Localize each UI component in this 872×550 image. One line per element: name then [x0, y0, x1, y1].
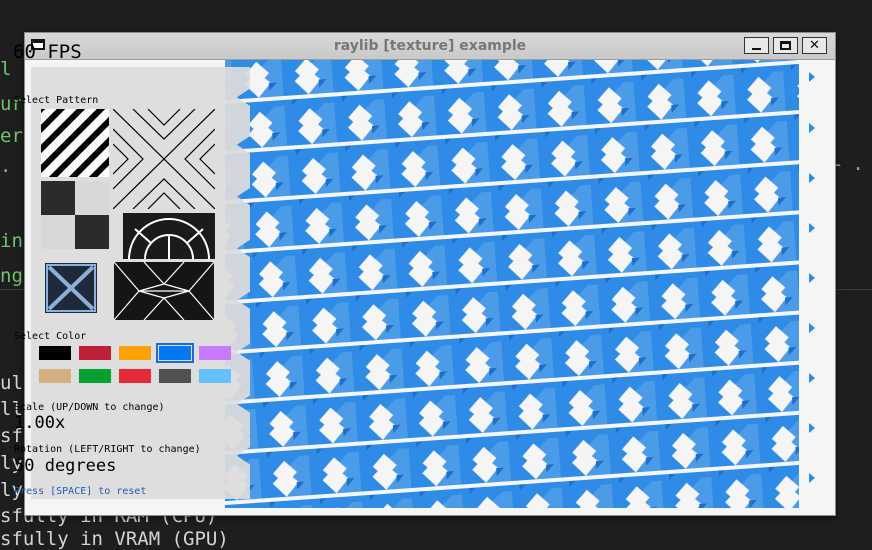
- pattern-thumb-polygon-grid[interactable]: [114, 262, 214, 320]
- close-button[interactable]: ✕: [802, 37, 827, 54]
- select-color-label: Select Color: [14, 331, 87, 342]
- color-swatch-purple[interactable]: [199, 346, 231, 360]
- pattern-thumb-arches[interactable]: [123, 213, 215, 259]
- fps-counter: 60 FPS: [13, 41, 82, 63]
- rotation-label: Rotation (LEFT/RIGHT to change): [14, 444, 201, 455]
- pattern-thumb-x-chevron[interactable]: [113, 109, 215, 209]
- select-pattern-label: Select Pattern: [14, 95, 99, 106]
- pattern-canvas: [225, 60, 825, 508]
- maximize-icon: [780, 41, 791, 50]
- minimize-icon: [752, 48, 761, 50]
- maximize-button[interactable]: [773, 37, 798, 54]
- pattern-thumb-diagonal-stripes[interactable]: [41, 109, 109, 177]
- color-swatch-red[interactable]: [119, 369, 151, 383]
- color-swatch-green[interactable]: [79, 369, 111, 383]
- color-swatch-maroon[interactable]: [79, 346, 111, 360]
- pattern-thumb-checker[interactable]: [41, 181, 109, 249]
- bg-line: in: [0, 230, 23, 252]
- pattern-thumb-cross-box[interactable]: [45, 263, 97, 313]
- color-swatch-black[interactable]: [39, 346, 71, 360]
- window-title: raylib [texture] example: [333, 38, 527, 54]
- color-swatch-blue[interactable]: [156, 343, 194, 363]
- reset-hint: Press [SPACE] to reset: [14, 486, 147, 497]
- title-bar[interactable]: raylib [texture] example ✕: [25, 33, 835, 60]
- minimize-button[interactable]: [744, 37, 769, 54]
- color-swatch-gray[interactable]: [159, 369, 191, 383]
- color-swatch-orange[interactable]: [119, 346, 151, 360]
- close-icon: ✕: [809, 38, 820, 53]
- color-swatch-skyblue[interactable]: [199, 369, 231, 383]
- scale-value: 1.00x: [14, 413, 66, 433]
- rotation-value: 50 degrees: [14, 456, 117, 476]
- scale-label: Scale (UP/DOWN to change): [14, 402, 165, 413]
- color-swatch-beige[interactable]: [39, 369, 71, 383]
